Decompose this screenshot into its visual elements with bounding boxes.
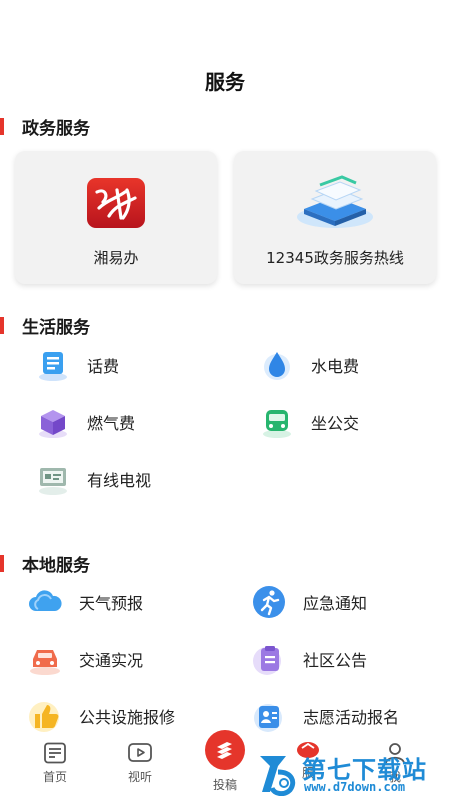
section-title-text: 本地服务 xyxy=(22,555,90,576)
thumbs-up-icon xyxy=(25,696,65,736)
submit-icon xyxy=(205,730,245,770)
service-label: 有线电视 xyxy=(87,471,152,490)
tab-home[interactable]: 首页 xyxy=(25,736,85,800)
service-label: 天气预报 xyxy=(79,594,144,613)
bus-icon xyxy=(257,402,297,442)
service-cable-tv[interactable]: 有线电视 xyxy=(33,459,151,499)
service-label: 燃气费 xyxy=(87,414,136,433)
service-bus[interactable]: 坐公交 xyxy=(257,402,359,442)
tv-icon xyxy=(33,459,73,499)
section-title-gov: 政务服务 xyxy=(0,115,90,139)
card-label: 12345政务服务热线 xyxy=(266,249,404,267)
watermark-url: www.d7down.com xyxy=(304,780,406,794)
service-label: 话费 xyxy=(87,357,120,376)
section-title-local: 本地服务 xyxy=(0,552,90,576)
service-gas[interactable]: 燃气费 xyxy=(33,402,135,442)
running-person-icon xyxy=(249,582,289,622)
card-label: 湘易办 xyxy=(93,249,139,267)
service-label: 公共设施报修 xyxy=(79,708,176,727)
watermark: 第七下载站 www.d7down.com xyxy=(256,748,450,800)
section-title-text: 生活服务 xyxy=(22,317,90,338)
tab-label: 首页 xyxy=(42,770,67,784)
gas-box-icon xyxy=(33,402,73,442)
tab-label: 视听 xyxy=(127,770,152,784)
id-card-icon xyxy=(249,696,289,736)
section-accent-bar xyxy=(0,316,4,334)
section-title-life: 生活服务 xyxy=(0,314,90,338)
service-weather[interactable]: 天气预报 xyxy=(25,582,143,622)
phone-bill-icon xyxy=(33,345,73,385)
service-label: 交通实况 xyxy=(79,651,144,670)
clipboard-icon xyxy=(249,639,289,679)
hotline-stack-icon xyxy=(292,173,378,231)
play-icon xyxy=(127,742,153,764)
service-label: 应急通知 xyxy=(303,594,368,613)
car-icon xyxy=(25,639,65,679)
service-water-electricity[interactable]: 水电费 xyxy=(257,345,359,385)
news-icon xyxy=(42,742,68,764)
cloud-icon xyxy=(25,582,65,622)
tab-media[interactable]: 视听 xyxy=(110,736,170,800)
service-volunteer-signup[interactable]: 志愿活动报名 xyxy=(249,696,399,736)
card-12345-hotline[interactable]: 12345政务服务热线 xyxy=(234,151,436,284)
service-facility-repair[interactable]: 公共设施报修 xyxy=(25,696,175,736)
service-label: 水电费 xyxy=(311,357,360,376)
xiangyiban-logo-icon xyxy=(87,178,145,228)
section-accent-bar xyxy=(0,554,4,572)
tab-label: 投稿 xyxy=(212,778,237,792)
service-label: 志愿活动报名 xyxy=(303,708,400,727)
service-emergency[interactable]: 应急通知 xyxy=(249,582,367,622)
page-title: 服务 xyxy=(205,70,245,94)
card-xiangyiban[interactable]: 湘易办 xyxy=(15,151,217,284)
service-community-notice[interactable]: 社区公告 xyxy=(249,639,367,679)
water-drop-icon xyxy=(257,345,297,385)
tab-submit[interactable]: 投稿 xyxy=(195,726,255,800)
section-accent-bar xyxy=(0,117,4,135)
service-phone-bill[interactable]: 话费 xyxy=(33,345,119,385)
service-label: 坐公交 xyxy=(311,414,360,433)
service-traffic[interactable]: 交通实况 xyxy=(25,639,143,679)
service-label: 社区公告 xyxy=(303,651,368,670)
watermark-logo-icon xyxy=(256,752,298,797)
section-title-text: 政务服务 xyxy=(22,118,90,139)
